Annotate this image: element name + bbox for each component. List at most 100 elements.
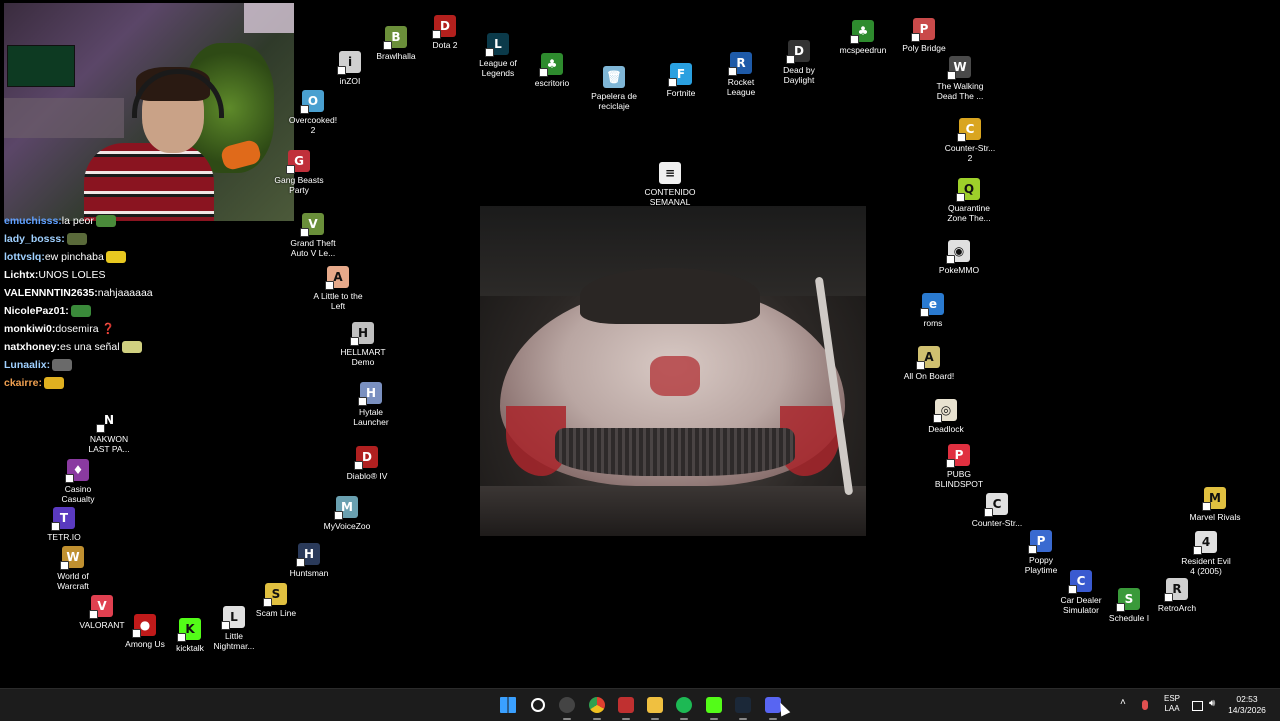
kick-icon xyxy=(706,697,722,713)
start-button[interactable] xyxy=(497,694,519,716)
desktop-icon-re4[interactable]: 4 Resident Evil 4 (2005) xyxy=(1169,531,1243,576)
desktop-icon-deadlock[interactable]: ◎ Deadlock xyxy=(909,399,983,434)
desktop-icon-label: Dota 2 xyxy=(432,40,458,50)
keyboard-layout: LAA xyxy=(1164,704,1180,713)
desktop-icon-overcooked[interactable]: O Overcooked! 2 xyxy=(276,90,350,135)
streamer-app[interactable] xyxy=(615,694,637,720)
chat-message: Lunaalix: xyxy=(4,356,204,374)
desktop-icon-cs[interactable]: C Counter-Str... xyxy=(960,493,1034,528)
chat-username[interactable]: VALENNNTIN2635: xyxy=(4,287,98,299)
desktop-icon-little-left[interactable]: AA Little to the Left xyxy=(301,266,375,311)
desktop-icon-label: Fortnite xyxy=(666,88,696,98)
desktop-icon-huntsman[interactable]: H Huntsman xyxy=(272,543,346,578)
chat-message: lottvslq:ew pinchaba xyxy=(4,248,204,266)
volume-icon[interactable]: 🔊︎ xyxy=(1209,698,1221,710)
desktop-icon-walking-dead[interactable]: W The Walking Dead The ... xyxy=(923,56,997,101)
desktop-icon-label: Little Nightmar... xyxy=(213,631,255,651)
chat-emote-icon xyxy=(70,305,91,318)
obs-app[interactable] xyxy=(556,694,578,720)
kick-app[interactable] xyxy=(703,694,725,720)
desktop-icon-label: Diablo® IV xyxy=(346,471,388,481)
display-icon[interactable] xyxy=(1192,701,1203,711)
chat-username[interactable]: ckairre: xyxy=(4,377,42,389)
chat-username[interactable]: NicolePaz01: xyxy=(4,305,69,317)
language-code: ESP xyxy=(1163,694,1180,703)
stream-app-icon xyxy=(618,697,634,713)
all-on-board-icon: A xyxy=(916,346,940,370)
desktop-icon-label: Deadlock xyxy=(928,424,964,434)
search-button[interactable] xyxy=(527,694,549,716)
chat-message: ckairre: xyxy=(4,374,204,392)
desktop-icon-diablo[interactable]: D Diablo® IV xyxy=(330,446,404,481)
desktop-icon-inzoi[interactable]: i inZOI xyxy=(313,51,387,86)
desktop-icon-marvel-rivals[interactable]: M Marvel Rivals xyxy=(1178,487,1252,522)
chat-text: UNOS LOLES xyxy=(38,269,106,281)
chat-message: natxhoney:es una señal xyxy=(4,338,204,356)
party-icon: G xyxy=(286,150,310,174)
clock[interactable]: 02:53 14/3/2026 xyxy=(1222,694,1272,716)
car-photo xyxy=(480,206,866,536)
desktop-icon-party[interactable]: G Gang Beasts Party xyxy=(262,150,336,195)
desktop-icon-hytale[interactable]: H Hytale Launcher xyxy=(334,382,408,427)
hytale-icon: H xyxy=(358,382,382,406)
chat-emote-icon xyxy=(43,377,64,390)
desktop-icon-cs2[interactable]: C Counter-Str... 2 xyxy=(933,118,1007,163)
desktop-icon-nakwon[interactable]: N NAKWON LAST PA... xyxy=(72,409,146,454)
desktop-icon-poly-bridge[interactable]: P Poly Bridge xyxy=(887,18,961,53)
chrome-app[interactable] xyxy=(586,694,608,720)
desktop-icon-pokemmo[interactable]: ◉ PokeMMO xyxy=(922,240,996,275)
chat-message: NicolePaz01: xyxy=(4,302,204,320)
chat-username[interactable]: lady_bosss: xyxy=(4,233,65,245)
chat-username[interactable]: lottvslq: xyxy=(4,251,45,263)
desktop-icon-document[interactable]: ≡ CONTENIDO SEMANAL xyxy=(633,162,707,207)
desktop-icon-label: Overcooked! 2 xyxy=(288,115,338,135)
microphone-icon[interactable] xyxy=(1142,700,1148,710)
tree-icon: ♣ xyxy=(539,53,563,77)
overcooked-icon: O xyxy=(300,90,324,114)
desktop-icon-tetrio[interactable]: T TETR.IO xyxy=(27,507,101,542)
desktop-icon-pubg[interactable]: P PUBG BLINDSPOT xyxy=(922,444,996,489)
desktop-icon-label: The Walking Dead The ... xyxy=(936,81,984,101)
little-nightmares-icon: L xyxy=(221,606,245,630)
chat-emote-icon xyxy=(66,233,87,246)
desktop-icon-all-on-board[interactable]: A All On Board! xyxy=(892,346,966,381)
poppy-icon: P xyxy=(1028,530,1052,554)
chat-username[interactable]: monkiwi0: xyxy=(4,323,55,335)
desktop-icon-label: Huntsman xyxy=(289,568,329,578)
desktop-icon-little-nightmares[interactable]: L Little Nightmar... xyxy=(197,606,271,651)
desktop-icon-label: Counter-Str... xyxy=(971,518,1023,528)
desktop-icon-hellmart[interactable]: H HELLMART Demo xyxy=(326,322,400,367)
desktop-icon-wow[interactable]: W World of Warcraft xyxy=(36,546,110,591)
walking-dead-icon: W xyxy=(947,56,971,80)
desktop-icon-label: PUBG BLINDSPOT xyxy=(934,469,984,489)
desktop-icon-recycle-bin[interactable]: 🗑 Papelera de reciclaje xyxy=(577,66,651,111)
explorer-app[interactable] xyxy=(644,694,666,720)
chat-username[interactable]: Lichtx: xyxy=(4,269,38,281)
marvel-rivals-icon: M xyxy=(1202,487,1226,511)
obs-icon xyxy=(559,697,575,713)
desktop-icon-schedule[interactable]: S Schedule I xyxy=(1092,588,1166,623)
nakwon-icon: N xyxy=(96,409,120,433)
car-windshield xyxy=(580,268,760,324)
spotify-app[interactable] xyxy=(673,694,695,720)
desktop-icon-label: Grand Theft Auto V Le... xyxy=(290,238,336,258)
chevron-up-icon[interactable]: ˄ xyxy=(1120,697,1132,709)
desktop-icon-dbd[interactable]: D Dead by Daylight xyxy=(762,40,836,85)
steam-app[interactable] xyxy=(732,694,754,720)
desktop-icon-label: Gang Beasts Party xyxy=(274,175,324,195)
desktop-icon-label: Rocket League xyxy=(726,77,756,97)
desktop-icon-internet-explorer[interactable]: e roms xyxy=(896,293,970,328)
fortnite-icon: F xyxy=(668,63,692,87)
desktop-icon-poppy[interactable]: P Poppy Playtime xyxy=(1004,530,1078,575)
language-indicator[interactable]: ESP LAA xyxy=(1160,694,1184,714)
desktop-icon-myvoicezoo[interactable]: M MyVoiceZoo xyxy=(310,496,384,531)
desktop-icon-quarantine[interactable]: Q Quarantine Zone The... xyxy=(932,178,1006,223)
chat-emote-icon xyxy=(105,251,126,264)
folder-icon xyxy=(647,697,663,713)
chat-username[interactable]: Lunaalix: xyxy=(4,359,50,371)
brawlhalla-icon: B xyxy=(383,26,407,50)
desktop-icon-casino[interactable]: ♦ Casino Casualty xyxy=(41,459,115,504)
desktop-icon-gta[interactable]: V Grand Theft Auto V Le... xyxy=(276,213,350,258)
chat-username[interactable]: natxhoney: xyxy=(4,341,60,353)
chat-username[interactable]: emuchisss: xyxy=(4,215,62,227)
